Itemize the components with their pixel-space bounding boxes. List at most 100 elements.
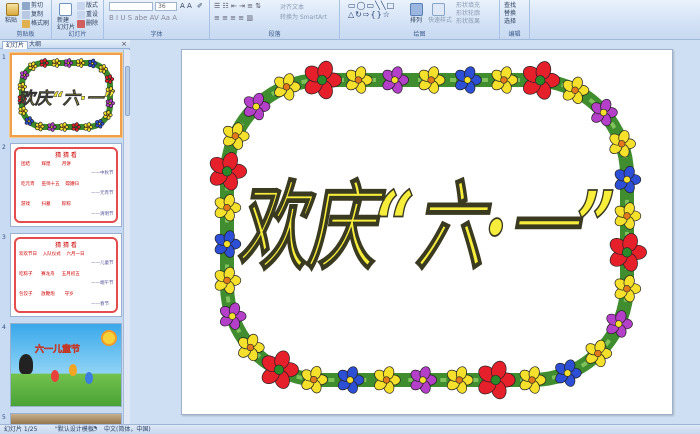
flower-icon (59, 122, 69, 132)
select-button[interactable]: 选择 (504, 18, 516, 26)
shape-fill-button[interactable]: 形状填充 (456, 2, 480, 10)
cell: 包饺子 (19, 292, 33, 297)
cell: 巫师十五 (41, 182, 60, 187)
delete-icon (77, 20, 85, 28)
shape-effects-button[interactable]: 形状效果 (456, 18, 480, 26)
flower-icon (75, 58, 86, 68)
tab-outline[interactable]: 大纲 (26, 41, 44, 49)
slides-pane: 幻灯片 大纲 × 1 欢庆“六·一” 2 猜 猜 看 团结 辉煌 月饼 ——中秋… (0, 40, 130, 427)
shape-outline-button[interactable]: 形状轮廓 (456, 10, 480, 18)
clipboard-group: 粘贴 剪切 复制 格式刷 剪贴板 (0, 0, 52, 40)
paragraph-group: ☰ ☷ ⇤ ⇥ ≡ ⇅ ≡ ≡ ≡ ≡ ▥ 对齐文本 转换为 SmartArt … (210, 0, 340, 40)
find-button[interactable]: 查找 (504, 2, 516, 10)
cell: 五月初五 (61, 272, 80, 277)
slide-thumbnail-3[interactable]: 猜 猜 看 欢欢节日 入队仪式 六月一日 ——儿童节 吃粽子 赛龙舟 五月初五 … (10, 233, 122, 317)
slide-thumbnail-1[interactable]: 欢庆“六·一” (10, 53, 122, 137)
language[interactable]: 中文(简体，中国) (104, 425, 151, 434)
editing-group-label: 编辑 (508, 31, 521, 38)
slides-pane-tabs: 幻灯片 大纲 × (0, 40, 130, 49)
paragraph-group-label: 段落 (268, 31, 281, 38)
cell: 守岁 (64, 292, 74, 297)
format-painter-button[interactable]: 格式刷 (31, 20, 49, 28)
flower-icon (214, 266, 242, 295)
font-size-input[interactable]: 36 (155, 2, 177, 11)
quick-styles-button[interactable]: 快速样式 (428, 17, 452, 25)
thumb-title: 六一儿童节 (35, 345, 81, 356)
align-buttons[interactable]: ≡ ≡ ≡ ≡ ▥ (214, 14, 253, 22)
replace-button[interactable]: 替换 (504, 10, 516, 18)
reset-button[interactable]: 重设 (86, 11, 98, 19)
slide-number: 3 (2, 234, 6, 241)
cell: 入队仪式 (42, 252, 61, 257)
delete-button[interactable]: 删除 (86, 20, 98, 28)
shapes-gallery[interactable]: ▭◯▭╲╲□ △↻⇨{}☆ (348, 1, 404, 27)
status-bar: 幻灯片 1/25 "默认设计模板" ◔ 中文(简体，中国) (0, 424, 700, 434)
flower-icon (47, 122, 57, 132)
thumb-heading: 猜 猜 看 (55, 152, 77, 159)
theme-name[interactable]: "默认设计模板" (55, 425, 97, 434)
slide-number: 2 (2, 144, 6, 151)
reset-icon (77, 11, 85, 19)
paste-button[interactable]: 粘贴 (5, 17, 17, 25)
flower-icon (214, 194, 242, 222)
cell: 嫦娥归 (65, 182, 79, 187)
spellcheck-icon[interactable]: ◔ (92, 424, 97, 433)
slides-group-label: 幻灯片 (68, 31, 87, 38)
copy-button[interactable]: 复制 (31, 11, 43, 19)
slide-title[interactable]: 欢庆“六·一” (237, 169, 617, 285)
thumb-row: 包饺子 放鞭炮 守岁 (19, 292, 74, 298)
thumb-row: 游戏 扫墓 粽粽 (21, 202, 71, 208)
arrange-icon[interactable] (410, 3, 423, 16)
thumb-answer: ——儿童节 (91, 261, 114, 266)
drawing-group-label: 绘图 (413, 31, 426, 38)
scrollbar-thumb[interactable] (125, 66, 130, 116)
cell: 月饼 (61, 162, 71, 167)
font-grow-shrink-icon[interactable]: A A (180, 2, 192, 10)
slide-number: 4 (2, 324, 6, 331)
slide-number: 5 (2, 414, 6, 421)
list-buttons[interactable]: ☰ ☷ ⇤ ⇥ ≡ ⇅ (214, 2, 261, 10)
slide-thumbnail-4[interactable]: 六一儿童节 (10, 323, 122, 407)
clear-format-icon[interactable]: ✐ (197, 2, 203, 10)
convert-smartart-button[interactable]: 转换为 SmartArt (280, 14, 327, 22)
ribbon: 粘贴 剪切 复制 格式刷 剪贴板 新建 幻灯片 版式 重设 删除 幻灯片 36 … (0, 0, 700, 40)
arrange-button[interactable]: 排列 (410, 17, 422, 25)
cell: 扫墓 (41, 202, 51, 207)
new-slide-button[interactable]: 新建 幻灯片 (57, 17, 75, 31)
flower-icon (214, 230, 242, 258)
flower-icon (71, 122, 81, 132)
slide-counter: 幻灯片 1/25 (4, 426, 38, 433)
flower-icon (51, 58, 62, 68)
slides-pane-scrollbar[interactable] (123, 50, 130, 424)
cell: 游戏 (21, 202, 30, 207)
layout-button[interactable]: 版式 (86, 2, 98, 10)
tab-slides[interactable]: 幻灯片 (2, 41, 29, 49)
thumb-answer: ——端午节 (91, 281, 114, 286)
cell: 辉煌 (41, 162, 51, 167)
slide-thumbnail-2[interactable]: 猜 猜 看 团结 辉煌 月饼 ——中秋节 吃元宵 巫师十五 嫦娥归 ——元宵节 … (10, 143, 122, 227)
format-painter-icon (22, 20, 30, 28)
clipboard-group-label: 剪贴板 (16, 31, 35, 38)
paste-icon[interactable] (6, 3, 19, 16)
font-group: 36 A A ✐ B I U S abe AV Aa A 字体 (104, 0, 210, 40)
cut-button[interactable]: 剪切 (31, 2, 43, 10)
quick-styles-icon[interactable] (432, 3, 445, 16)
align-text-button[interactable]: 对齐文本 (280, 4, 304, 12)
cell: 欢欢节日 (19, 252, 37, 257)
close-pane-icon[interactable]: × (121, 40, 127, 48)
current-slide[interactable]: 欢庆“六·一” (181, 49, 673, 415)
font-name-input[interactable] (109, 2, 153, 11)
cell: 放鞭炮 (41, 292, 55, 297)
cell: 赛龙舟 (41, 272, 55, 277)
thumb-title: 欢庆“六·一” (18, 89, 114, 109)
font-style-buttons[interactable]: B I U S abe AV Aa A (109, 14, 177, 22)
balloon-icon (51, 370, 59, 382)
balloon-icon (85, 372, 93, 384)
new-slide-icon[interactable] (59, 3, 72, 16)
thumb-answer: ——中秋节 (91, 171, 114, 176)
cell: 团结 (21, 162, 30, 167)
flower-icon (39, 58, 49, 68)
cell: 吃元宵 (21, 182, 35, 187)
cell: 吃粽子 (19, 272, 33, 277)
thumb-row: 吃粽子 赛龙舟 五月初五 (19, 272, 80, 278)
